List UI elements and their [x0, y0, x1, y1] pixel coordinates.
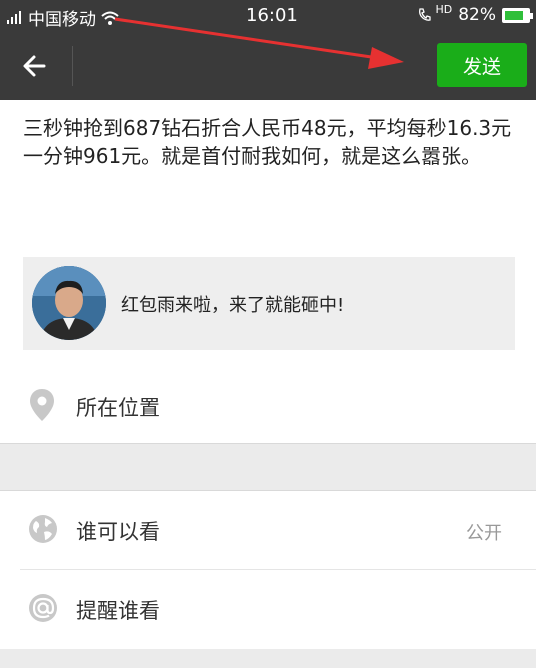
status-left: 中国移动	[6, 5, 120, 30]
avatar	[32, 266, 106, 340]
arrow-left-icon	[23, 55, 46, 77]
location-label: 所在位置	[76, 396, 160, 420]
section-divider	[0, 443, 536, 444]
send-button[interactable]: 发送	[437, 43, 527, 87]
status-time: 16:01	[246, 5, 298, 26]
battery-percent: 82%	[458, 5, 496, 25]
carrier-name: 中国移动	[28, 10, 96, 30]
visibility-row[interactable]: 谁可以看 公开	[0, 491, 536, 570]
location-row[interactable]: 所在位置	[0, 370, 536, 442]
visibility-value: 公开	[466, 523, 502, 544]
visibility-label: 谁可以看	[76, 520, 160, 544]
network-badge: HD	[435, 2, 453, 16]
settings-group: 谁可以看 公开 提醒谁看	[0, 491, 536, 649]
share-card-title: 红包雨来啦，来了就能砸中!	[121, 295, 345, 316]
mention-label: 提醒谁看	[76, 599, 160, 623]
share-card[interactable]: 红包雨来啦，来了就能砸中!	[23, 257, 515, 350]
phone-icon	[419, 8, 432, 21]
status-right: HD 82%	[417, 2, 533, 25]
nav-bar: 发送	[0, 32, 536, 100]
globe-icon	[29, 515, 57, 543]
signal-icon	[7, 10, 21, 24]
wifi-icon	[101, 11, 119, 25]
battery-fill	[505, 10, 523, 20]
post-text[interactable]: 三秒钟抢到687钻石折合人民币48元，平均每秒16.3元一分钟961元。就是首付…	[23, 114, 523, 170]
status-bar: 中国移动 16:01 HD 82%	[0, 0, 536, 32]
nav-divider	[72, 46, 73, 86]
mention-row[interactable]: 提醒谁看	[0, 570, 536, 649]
battery-icon	[502, 7, 533, 23]
at-icon	[29, 594, 57, 622]
back-button[interactable]	[18, 48, 58, 84]
location-pin-icon	[30, 389, 54, 421]
compose-area: 三秒钟抢到687钻石折合人民币48元，平均每秒16.3元一分钟961元。就是首付…	[0, 100, 536, 443]
